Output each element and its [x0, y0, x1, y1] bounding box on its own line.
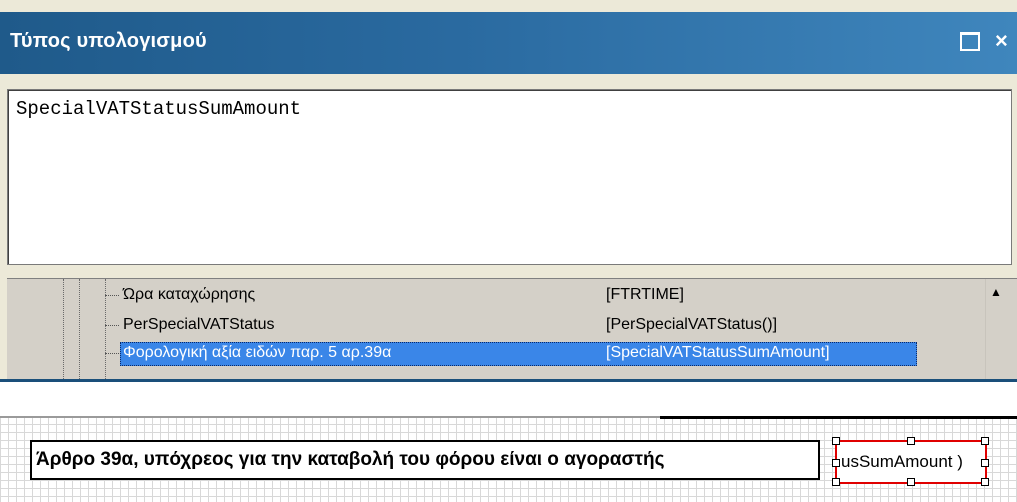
report-field-selected[interactable]: usSumAmount ) [832, 437, 989, 486]
resize-handle[interactable] [907, 437, 915, 445]
tree-branch-line [105, 325, 119, 326]
tree-item-value: [SpecialVATStatusSumAmount] [606, 344, 830, 361]
formula-text: SpecialVATStatusSumAmount [16, 98, 302, 120]
resize-handle[interactable] [981, 437, 989, 445]
report-field-text: usSumAmount ) [841, 452, 963, 471]
dialog-title: Τύπος υπολογισμού [10, 30, 207, 52]
title-bar[interactable]: Τύπος υπολογισμού × [0, 12, 1017, 74]
resize-handle[interactable] [832, 459, 840, 467]
tree-item[interactable]: PerSpecialVATStatus [PerSpecialVATStatus… [7, 313, 987, 339]
report-label-text: Άρθρο 39α, υπόχρεος για την καταβολή του… [36, 449, 665, 470]
field-tree[interactable]: Ώρα καταχώρησης [FTRTIME] PerSpecialVATS… [7, 278, 1017, 382]
tree-item-selected[interactable]: Φορολογική αξία ειδών παρ. 5 αρ.39α [Spe… [7, 341, 987, 367]
report-label[interactable]: Άρθρο 39α, υπόχρεος για την καταβολή του… [30, 440, 820, 480]
resize-handle[interactable] [981, 478, 989, 486]
tree-item-name: Φορολογική αξία ειδών παρ. 5 αρ.39α [123, 344, 392, 361]
resize-handle[interactable] [832, 437, 840, 445]
band-separator-dark [660, 416, 1017, 419]
tree-item[interactable]: Ώρα καταχώρησης [FTRTIME] [7, 283, 987, 309]
tree-item-name: PerSpecialVATStatus [123, 316, 275, 333]
report-designer-canvas[interactable]: Άρθρο 39α, υπόχρεος για την καταβολή του… [0, 416, 1017, 502]
resize-handle[interactable] [907, 478, 915, 486]
resize-handle[interactable] [981, 459, 989, 467]
formula-textarea[interactable]: SpecialVATStatusSumAmount [7, 89, 1012, 265]
resize-handle[interactable] [832, 478, 840, 486]
maximize-button[interactable] [958, 26, 982, 56]
dialog-bottom-border [0, 379, 1017, 382]
tree-item-value: [PerSpecialVATStatus()] [606, 316, 778, 333]
close-button[interactable]: × [995, 26, 1017, 56]
tree-branch-line [105, 295, 119, 296]
tree-item-name: Ώρα καταχώρησης [123, 286, 256, 303]
tree-item-value: [FTRTIME] [606, 286, 684, 303]
tree-branch-line [105, 353, 119, 354]
scroll-up-icon[interactable]: ▲ [990, 285, 1002, 299]
formula-dialog: Τύπος υπολογισμού × SpecialVATStatusSumA… [0, 0, 1017, 382]
maximize-icon [960, 32, 980, 51]
